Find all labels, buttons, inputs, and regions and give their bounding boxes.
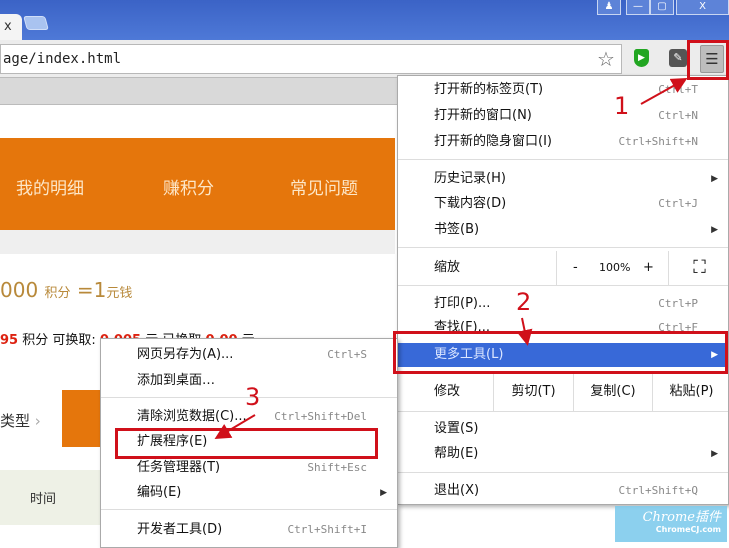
watermark-logo: Chrome插件 ChromeCJ.com bbox=[615, 506, 727, 542]
watermark-line1: Chrome插件 bbox=[642, 510, 721, 525]
annotation-arrows bbox=[214, 78, 688, 440]
watermark-line2: ChromeCJ.com bbox=[655, 525, 721, 534]
arrow-3 bbox=[214, 414, 256, 440]
arrow-1 bbox=[640, 78, 688, 105]
arrow-2 bbox=[516, 317, 533, 346]
